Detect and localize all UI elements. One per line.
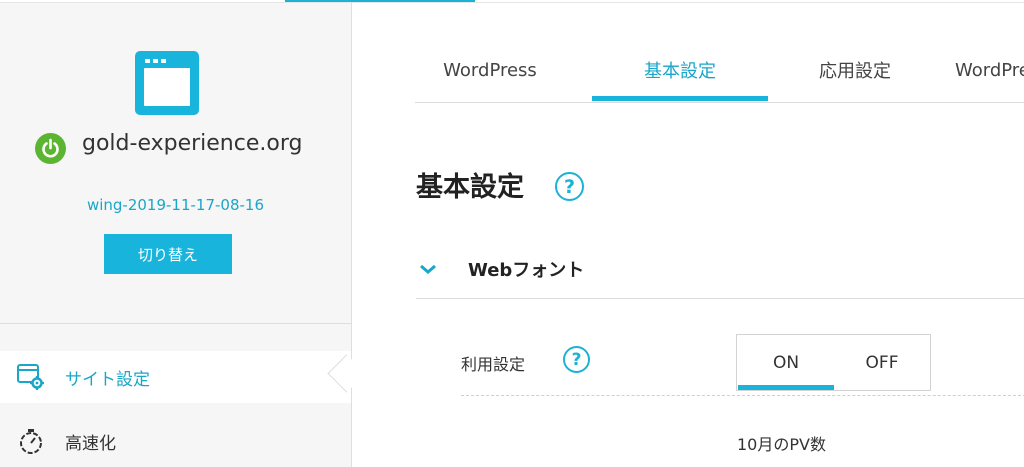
usage-toggle: ON OFF — [736, 334, 931, 391]
server-id: wing-2019-11-17-08-16 — [86, 196, 265, 214]
usage-setting-label: 利用設定 — [461, 355, 526, 374]
page-title: 基本設定 — [416, 172, 524, 203]
help-icon[interactable]: ? — [563, 346, 590, 373]
sidebar: gold-experience.org wing-2019-11-17-08-1… — [0, 3, 352, 467]
site-domain: gold-experience.org — [82, 131, 303, 156]
window-dot — [153, 59, 158, 63]
toggle-off-button[interactable]: OFF — [834, 335, 930, 390]
tab-wordpress[interactable]: WordPress — [415, 40, 565, 100]
stopwatch-icon — [16, 426, 46, 456]
sidebar-item-label: 高速化 — [65, 433, 116, 454]
sidebar-item-speed[interactable]: 高速化 — [0, 415, 351, 467]
sidebar-divider — [0, 323, 351, 324]
browser-window-icon — [135, 51, 199, 115]
switch-button[interactable]: 切り替え — [104, 234, 232, 274]
window-dot — [161, 59, 166, 63]
help-icon[interactable]: ? — [555, 172, 584, 201]
toggle-on-button[interactable]: ON — [738, 335, 834, 390]
chevron-down-icon — [418, 260, 438, 284]
sidebar-item-site-settings[interactable]: サイト設定 — [0, 351, 351, 403]
row-divider — [461, 395, 1024, 396]
window-dot — [145, 59, 150, 63]
sidebar-item-label: サイト設定 — [65, 369, 150, 390]
tab-basic-settings[interactable]: 基本設定 — [592, 40, 768, 101]
tab-wordpress-2[interactable]: WordPre — [940, 40, 1024, 100]
section-webfont[interactable]: Webフォント — [416, 248, 1024, 299]
section-title: Webフォント — [468, 260, 585, 281]
pv-label: 10月のPV数 — [737, 435, 826, 454]
site-settings-icon — [16, 362, 46, 392]
tab-advanced-settings[interactable]: 応用設定 — [795, 40, 915, 100]
settings-tabs: WordPress 基本設定 応用設定 WordPre — [415, 40, 1024, 103]
window-pane — [144, 68, 190, 106]
power-icon — [35, 133, 66, 164]
